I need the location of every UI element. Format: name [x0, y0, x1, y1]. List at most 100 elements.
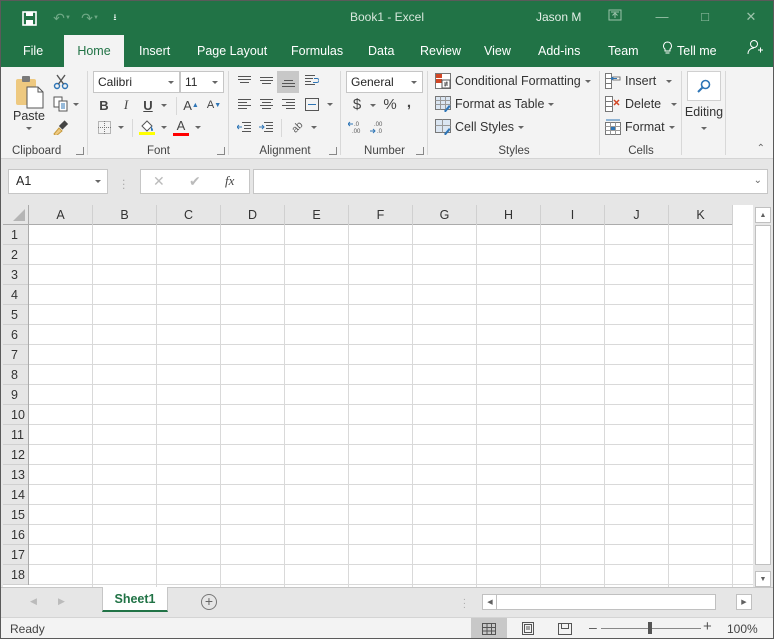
row-header[interactable]: 18	[3, 565, 28, 585]
tab-review[interactable]: Review	[414, 35, 467, 67]
fill-color-icon[interactable]	[138, 117, 156, 137]
comma-style-button[interactable]: ,	[403, 93, 415, 111]
font-color-icon[interactable]: A	[172, 117, 190, 137]
row-header[interactable]: 11	[3, 425, 28, 445]
align-center-icon[interactable]	[257, 95, 275, 113]
vertical-scroll-thumb[interactable]	[755, 225, 771, 565]
close-icon[interactable]: ✕	[741, 9, 761, 25]
italic-button[interactable]: I	[118, 96, 134, 114]
decrease-indent-icon[interactable]	[235, 118, 253, 136]
add-sheet-icon[interactable]: +	[201, 594, 217, 610]
tab-data[interactable]: Data	[362, 35, 400, 67]
underline-dropdown-icon[interactable]	[161, 104, 167, 107]
wrap-text-icon[interactable]	[303, 71, 321, 89]
previous-sheet-icon[interactable]: ◀	[30, 596, 37, 607]
row-header[interactable]: 8	[3, 365, 28, 385]
orientation-icon[interactable]: ab	[287, 118, 309, 136]
formula-bar-resize-handle[interactable]: ...	[122, 171, 125, 191]
tab-home[interactable]: Home	[64, 35, 124, 67]
borders-dropdown-icon[interactable]	[118, 126, 124, 129]
column-header[interactable]: B	[93, 205, 157, 225]
insert-function-button[interactable]: fx	[225, 173, 234, 189]
tab-team[interactable]: Team	[602, 35, 645, 67]
next-sheet-icon[interactable]: ▶	[58, 596, 65, 607]
tab-insert[interactable]: Insert	[133, 35, 176, 67]
tell-me-search[interactable]: Tell me	[656, 35, 723, 67]
scroll-right-icon[interactable]: ▶	[736, 594, 752, 610]
currency-button[interactable]: $	[349, 95, 365, 113]
vertical-scrollbar[interactable]: ▲ ▼	[754, 205, 772, 587]
copy-dropdown-icon[interactable]	[73, 102, 79, 106]
row-header[interactable]: 1	[3, 225, 28, 245]
save-icon[interactable]	[17, 9, 41, 27]
zoom-slider-thumb[interactable]	[648, 622, 652, 634]
format-cells-button[interactable]: Format	[605, 117, 675, 137]
underline-button[interactable]: U	[140, 96, 156, 114]
cell-area[interactable]	[29, 225, 753, 587]
fill-color-dropdown-icon[interactable]	[161, 126, 167, 129]
borders-icon[interactable]	[96, 118, 112, 136]
page-layout-view-icon[interactable]	[510, 618, 546, 638]
column-header[interactable]: D	[221, 205, 285, 225]
row-header[interactable]: 14	[3, 485, 28, 505]
column-header[interactable]: H	[477, 205, 541, 225]
cell-styles-button[interactable]: Cell Styles	[435, 117, 525, 137]
top-align-icon[interactable]	[235, 71, 253, 89]
column-header[interactable]: A	[29, 205, 93, 225]
orientation-dropdown-icon[interactable]	[311, 126, 317, 129]
scroll-up-icon[interactable]: ▲	[755, 207, 771, 223]
customize-quick-access-icon[interactable]: ⭳	[103, 9, 127, 27]
tab-view[interactable]: View	[478, 35, 517, 67]
enter-icon[interactable]: ✔	[189, 173, 201, 190]
formula-input[interactable]: ⌄	[253, 169, 768, 194]
font-dialog-launcher[interactable]	[217, 147, 225, 155]
font-name-combo[interactable]: Calibri	[93, 71, 180, 93]
tab-page-layout[interactable]: Page Layout	[191, 35, 273, 67]
column-header[interactable]: J	[605, 205, 669, 225]
align-right-icon[interactable]	[279, 95, 297, 113]
copy-icon[interactable]	[51, 94, 81, 114]
column-header[interactable]: I	[541, 205, 605, 225]
column-header[interactable]: G	[413, 205, 477, 225]
zoom-level[interactable]: 100%	[727, 622, 758, 636]
number-dialog-launcher[interactable]	[416, 147, 424, 155]
row-header[interactable]: 3	[3, 265, 28, 285]
column-header[interactable]: E	[285, 205, 349, 225]
horizontal-scrollbar[interactable]: ◀ ▶	[482, 594, 752, 610]
maximize-icon[interactable]: □	[695, 9, 715, 25]
insert-cells-button[interactable]: Insert	[605, 71, 673, 91]
tab-formulas[interactable]: Formulas	[285, 35, 349, 67]
row-header[interactable]: 6	[3, 325, 28, 345]
row-header[interactable]: 4	[3, 285, 28, 305]
tab-file[interactable]: File	[17, 35, 49, 67]
decrease-decimal-icon[interactable]: .00.0	[369, 118, 387, 136]
column-header[interactable]: C	[157, 205, 221, 225]
format-painter-icon[interactable]	[51, 117, 71, 137]
share-icon[interactable]	[741, 35, 769, 67]
cancel-icon[interactable]: ✕	[153, 173, 165, 190]
row-header[interactable]: 7	[3, 345, 28, 365]
row-header[interactable]: 16	[3, 525, 28, 545]
row-header[interactable]: 13	[3, 465, 28, 485]
decrease-font-size-icon[interactable]: A ▼	[205, 96, 223, 114]
horizontal-scroll-thumb[interactable]	[496, 594, 716, 610]
row-header[interactable]: 15	[3, 505, 28, 525]
row-header[interactable]: 12	[3, 445, 28, 465]
number-format-combo[interactable]: General	[346, 71, 423, 93]
row-header[interactable]: 2	[3, 245, 28, 265]
cut-icon[interactable]	[51, 72, 71, 92]
redo-dropdown-icon[interactable]: ▼	[93, 15, 99, 21]
minimize-icon[interactable]: —	[652, 9, 672, 25]
increase-decimal-icon[interactable]: .0.00	[347, 118, 365, 136]
clipboard-dialog-launcher[interactable]	[76, 147, 84, 155]
column-header[interactable]: F	[349, 205, 413, 225]
zoom-in-button[interactable]: +	[703, 618, 712, 635]
percent-button[interactable]: %	[381, 95, 399, 113]
font-size-combo[interactable]: 11	[180, 71, 224, 93]
tab-add-ins[interactable]: Add-ins	[532, 35, 586, 67]
sheet-tab-sheet1[interactable]: Sheet1	[102, 587, 168, 612]
increase-indent-icon[interactable]	[257, 118, 275, 136]
merge-dropdown-icon[interactable]	[327, 103, 333, 106]
page-break-preview-icon[interactable]	[547, 618, 583, 638]
scroll-down-icon[interactable]: ▼	[755, 571, 771, 587]
